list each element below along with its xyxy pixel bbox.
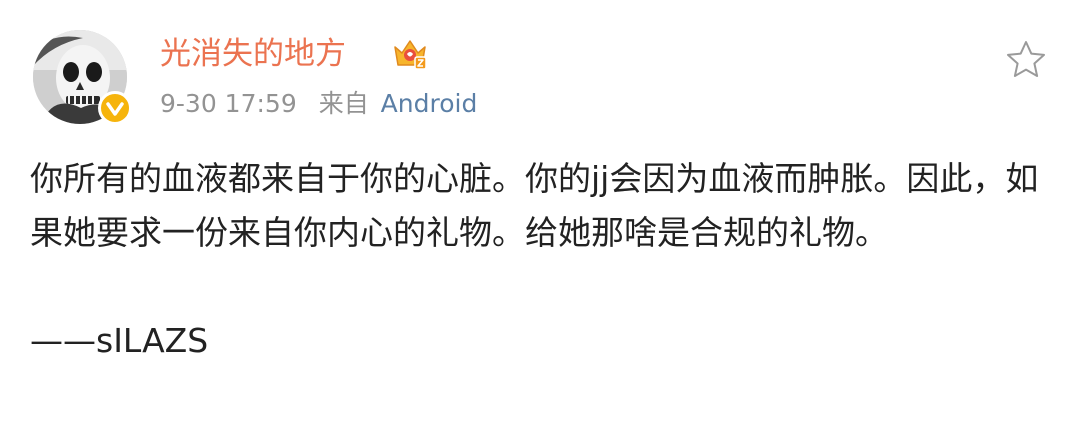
from-label: 来自 (318, 89, 369, 118)
source-link[interactable]: Android (381, 86, 478, 122)
post-header: 光消失的地方 9-30 17:59 来自 Android (0, 0, 1080, 140)
star-outline-icon[interactable] (1004, 38, 1048, 82)
user-name[interactable]: 光消失的地方 (160, 32, 346, 76)
post-text: 你所有的血液都来自于你的心脏。你的jj会因为血液而肿胀。因此，如果她要求一份来自… (30, 159, 1039, 252)
post-time: 9-30 17:59 (160, 89, 297, 118)
post-meta: 9-30 17:59 来自 Android (160, 86, 477, 122)
post-body: 你所有的血液都来自于你的心脏。你的jj会因为血液而肿胀。因此，如果她要求一份来自… (30, 152, 1050, 368)
verified-badge-icon (98, 91, 132, 125)
post-signature: ——sILAZS (30, 321, 209, 360)
crown-icon[interactable] (391, 35, 429, 73)
